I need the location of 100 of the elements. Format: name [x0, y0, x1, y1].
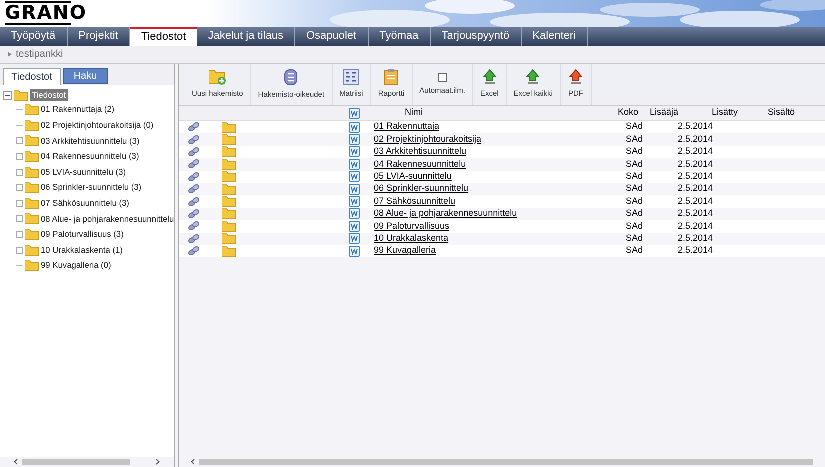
- tree-item[interactable]: Tiedostot: [30, 88, 68, 102]
- folder-icon: [25, 198, 39, 209]
- chain-link-icon[interactable]: [188, 208, 200, 219]
- scroll-right-icon[interactable]: [156, 459, 160, 465]
- folder-name-link[interactable]: 04 Rakennesuunnittelu: [374, 158, 626, 172]
- scroll-left-icon[interactable]: [14, 459, 18, 465]
- folder-icon: [25, 244, 39, 256]
- scrollbar-thumb[interactable]: [22, 459, 130, 465]
- column-header[interactable]: Sisältö: [762, 106, 796, 120]
- chain-link-icon[interactable]: [188, 159, 200, 170]
- folder-name-link[interactable]: 99 Kuvagalleria: [374, 244, 626, 258]
- tree-item[interactable]: 06 Sprinkler-suunnittelu (3): [41, 181, 142, 194]
- chain-link-icon[interactable]: [188, 134, 200, 145]
- folder-icon: [25, 182, 39, 194]
- table-cell-text: SAd: [626, 232, 644, 245]
- chain-link-icon[interactable]: [188, 221, 200, 232]
- folder-icon: [25, 120, 39, 131]
- download-arrow-icon: [525, 69, 542, 86]
- table-cell-text: 2.5.2014: [678, 207, 714, 220]
- nav-tab[interactable]: Tiedostot: [130, 27, 198, 46]
- table-cell-text: 2.5.2014: [678, 145, 714, 158]
- checkbox[interactable]: [438, 72, 447, 82]
- tree-item[interactable]: 07 Sähkösuunnittelu (3): [41, 197, 130, 210]
- document-icon: [348, 220, 360, 232]
- table-cell-text: 2.5.2014: [678, 194, 714, 208]
- expand-toggle[interactable]: [16, 153, 23, 160]
- folder-name-link[interactable]: 06 Sprinkler-suunnittelu: [374, 182, 626, 196]
- table-cell-text: 2.5.2014: [678, 232, 714, 245]
- folder-icon: [25, 166, 39, 178]
- table-cell-text: SAd: [626, 132, 644, 146]
- tree-item[interactable]: 09 Paloturvallisuus (3): [41, 228, 124, 241]
- collapse-toggle[interactable]: [3, 90, 12, 100]
- table-cell-text: SAd: [626, 244, 644, 258]
- table-cell-text: SAd: [626, 170, 644, 184]
- table-cell-text: SAd: [626, 145, 644, 158]
- tree-item[interactable]: 04 Rakennesuunnittelu (3): [41, 150, 140, 163]
- folder-icon: [25, 135, 39, 146]
- scroll-left-icon[interactable]: [191, 459, 195, 465]
- column-header[interactable]: Lisääjä: [642, 106, 690, 120]
- chain-link-icon[interactable]: [188, 172, 200, 182]
- expand-toggle[interactable]: [16, 184, 23, 192]
- panel-tab[interactable]: Haku: [63, 68, 108, 84]
- table-cell-text: 2.5.2014: [678, 132, 714, 146]
- table-cell-text: SAd: [626, 220, 644, 233]
- expand-toggle[interactable]: [16, 200, 23, 207]
- folder-name-link[interactable]: 10 Urakkalaskenta: [374, 232, 626, 246]
- table-cell-text: SAd: [626, 194, 644, 208]
- chain-link-icon[interactable]: [188, 246, 200, 256]
- grid-icon: [343, 69, 360, 86]
- document-icon: [348, 246, 360, 257]
- document-icon: [348, 184, 360, 195]
- expand-toggle[interactable]: [16, 168, 23, 176]
- document-icon: [348, 134, 360, 146]
- folder-name-link[interactable]: 05 LVIA-suunnittelu: [374, 170, 626, 184]
- column-header[interactable]: Lisätty: [690, 106, 762, 120]
- tree-item[interactable]: 05 LVIA-suunnittelu (3): [41, 166, 126, 178]
- table-cell-text: 2.5.2014: [678, 182, 714, 196]
- table-cell-text: 2.5.2014: [678, 120, 714, 134]
- folder-name-link[interactable]: 09 Paloturvallisuus: [374, 220, 626, 234]
- tree-item[interactable]: 02 Projektinjohtourakoitsija (0): [41, 119, 154, 132]
- tree-item[interactable]: 01 Rakennuttaja (2): [41, 103, 115, 116]
- expand-toggle[interactable]: [16, 246, 23, 254]
- expand-toggle[interactable]: [16, 231, 23, 238]
- tree-item[interactable]: 03 Arkkitehtisuunnittelu (3): [41, 134, 140, 148]
- folder-add-icon: [208, 69, 227, 86]
- expand-toggle[interactable]: [16, 137, 23, 144]
- clipboard-icon: [384, 69, 398, 86]
- table-cell-text: SAd: [626, 120, 644, 134]
- column-header[interactable]: Koko: [614, 106, 642, 120]
- document-icon: [348, 158, 360, 170]
- document-icon: [348, 171, 360, 182]
- folder-icon: [25, 104, 39, 116]
- folder-name-link[interactable]: 01 Rakennuttaja: [374, 120, 626, 134]
- folder-icon: [14, 90, 28, 100]
- folder-icon: [25, 229, 39, 240]
- tree-item[interactable]: 10 Urakkalaskenta (1): [41, 244, 123, 256]
- panel-tab[interactable]: Tiedostot: [3, 68, 61, 85]
- chain-link-icon[interactable]: [188, 234, 200, 244]
- scrollbar-thumb[interactable]: [199, 459, 813, 465]
- table-cell-text: 2.5.2014: [678, 170, 714, 184]
- table-cell-text: 2.5.2014: [678, 158, 714, 171]
- chain-link-icon[interactable]: [188, 196, 200, 207]
- expand-toggle[interactable]: [16, 215, 23, 222]
- download-arrow-icon: [568, 69, 584, 86]
- folder-icon: [25, 151, 39, 162]
- tree-item[interactable]: 08 Alue- ja pohjarakennesuunnittelu: [41, 212, 174, 226]
- table-cell-text: SAd: [626, 182, 644, 196]
- chain-link-icon[interactable]: [188, 122, 200, 132]
- folder-name-link[interactable]: 03 Arkkitehtisuunnittelu: [374, 145, 626, 159]
- tree-item[interactable]: 99 Kuvagalleria (0): [41, 259, 112, 272]
- table-cell-text: 2.5.2014: [678, 244, 714, 258]
- folder-name-link[interactable]: 02 Projektinjohtourakoitsija: [374, 132, 626, 146]
- folder-name-link[interactable]: 07 Sähkösuunnittelu: [374, 194, 626, 208]
- folder-name-link[interactable]: 08 Alue- ja pohjarakennesuunnittelu: [374, 207, 626, 221]
- chain-link-icon[interactable]: [188, 184, 200, 194]
- column-header[interactable]: Nimi: [374, 106, 614, 120]
- breadcrumb-link[interactable]: testipankki: [16, 47, 64, 62]
- chain-link-icon[interactable]: [188, 146, 200, 157]
- document-icon: [348, 196, 360, 208]
- table-cell-text: 2.5.2014: [678, 220, 714, 233]
